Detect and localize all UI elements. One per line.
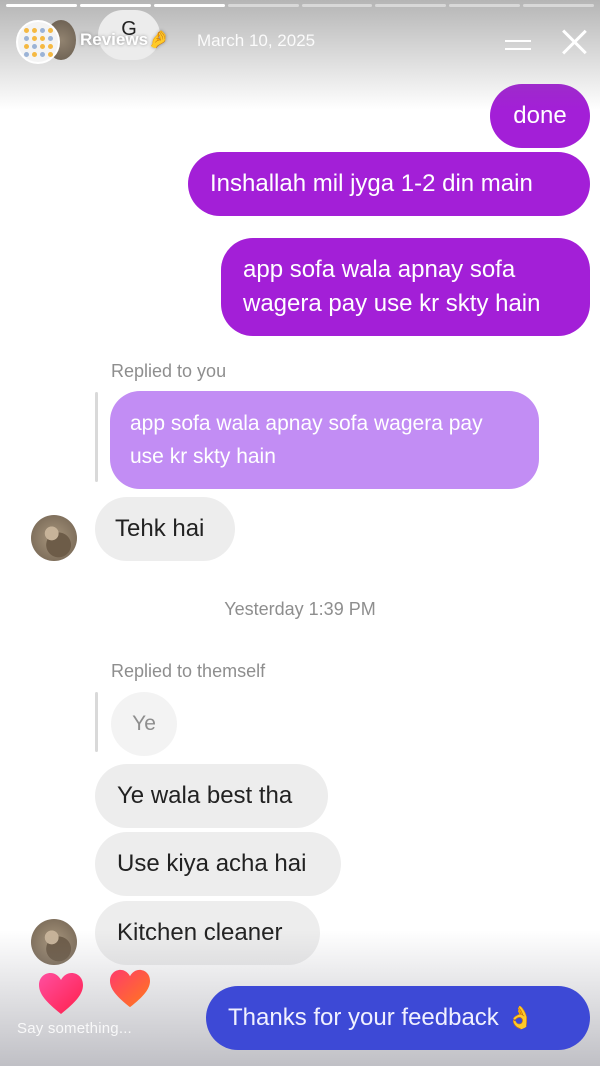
heart-reaction-icon[interactable] [108, 969, 152, 1009]
timestamp: Yesterday 1:39 PM [224, 599, 376, 619]
reply-line [95, 692, 98, 752]
progress-segment [523, 4, 594, 7]
progress-segment [79, 4, 151, 7]
message-text: Use kiya acha hai [117, 850, 307, 877]
story-header: Reviews🤌 March 10, 2025 [0, 14, 600, 70]
story-progress-bars [6, 4, 594, 7]
profile-avatar[interactable] [16, 20, 60, 64]
received-message: Use kiya acha hai [95, 832, 341, 896]
message-text: Inshallah mil jyga 1-2 din main [210, 170, 533, 197]
replied-label: Replied to themself [111, 661, 266, 681]
message-text: Ye wala best tha [117, 782, 293, 809]
quoted-message[interactable]: app sofa wala apnay sofa wagera pay use … [110, 391, 539, 489]
progress-segment [153, 4, 225, 7]
received-message: Ye wala best tha [95, 764, 328, 828]
quoted-text: app sofa wala apnay sofa wagera pay use … [130, 412, 483, 468]
progress-segment [375, 4, 447, 7]
contact-avatar[interactable] [31, 515, 77, 561]
progress-segment [449, 4, 521, 7]
progress-segment [6, 4, 77, 7]
close-icon[interactable] [558, 26, 590, 58]
received-message: Tehk hai [95, 497, 235, 561]
message-text: Tehk hai [115, 515, 205, 542]
story-title[interactable]: Reviews🤌 [80, 30, 169, 50]
reply-line [95, 392, 98, 482]
ok-hand-icon: 👌 [506, 1005, 535, 1030]
feedback-text: Thanks for your feedback [228, 1004, 499, 1031]
menu-icon[interactable] [505, 40, 533, 50]
replied-label: Replied to you [111, 361, 227, 381]
message-text: app sofa wala apnay sofa wagera pay use … [243, 256, 541, 317]
progress-segment [301, 4, 373, 7]
quoted-text: Ye [132, 712, 156, 735]
story-title-text: Reviews [80, 30, 149, 49]
quoted-message[interactable]: Ye [111, 692, 177, 756]
heart-reaction-icon[interactable] [38, 972, 84, 1016]
message-input[interactable]: Say something... [17, 1020, 132, 1037]
pinched-fingers-icon: 🤌 [148, 30, 170, 49]
sent-message: Inshallah mil jyga 1-2 din main [188, 152, 590, 216]
story-date: March 10, 2025 [197, 31, 316, 50]
feedback-sticker[interactable]: Thanks for your feedback 👌 [206, 986, 590, 1050]
sent-message: app sofa wala apnay sofa wagera pay use … [221, 238, 590, 336]
progress-segment [227, 4, 299, 7]
